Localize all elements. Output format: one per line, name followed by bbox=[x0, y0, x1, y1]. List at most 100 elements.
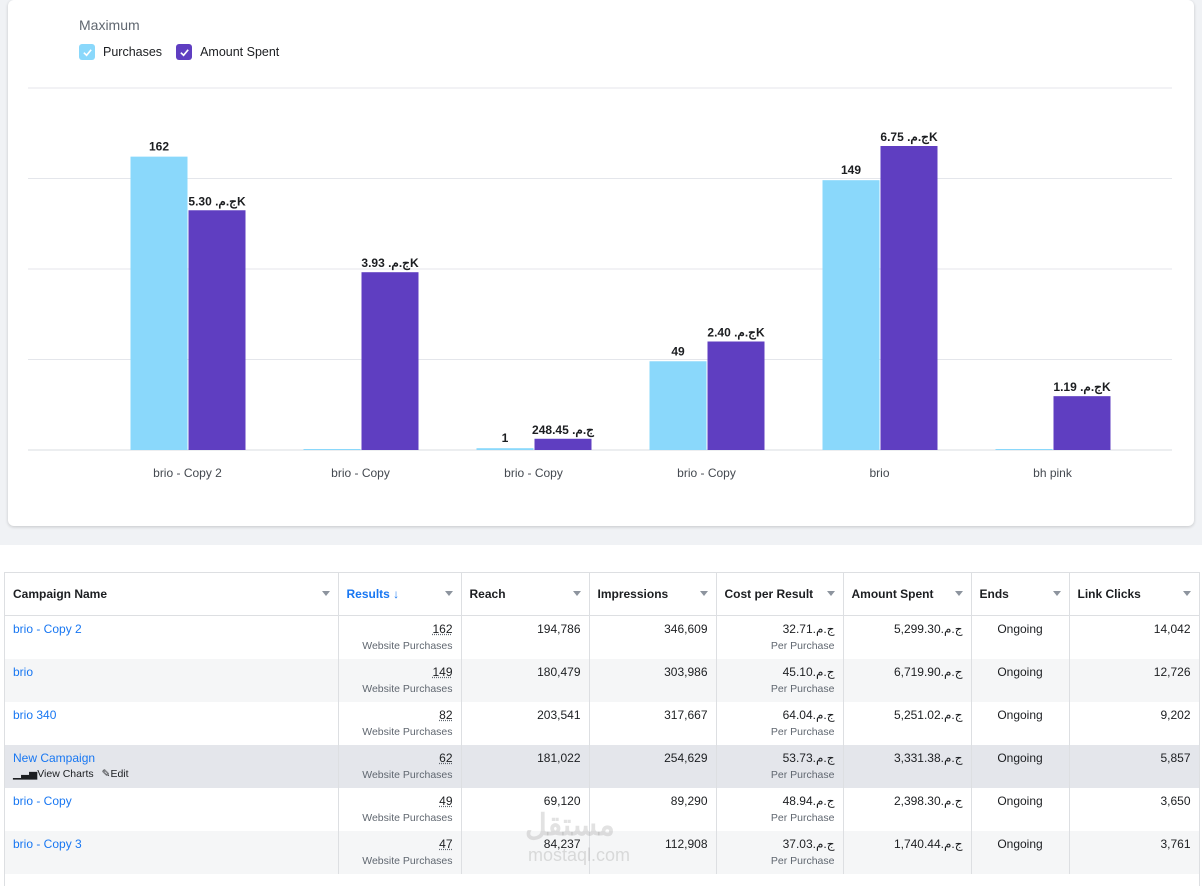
cell-cost-per-result: ج.م.32.71 Per Purchase bbox=[716, 615, 844, 659]
bar-chart: 162 ج.م. 5.30K brio - Copy 2 ج.م. 3.93K brio… bbox=[28, 87, 1172, 480]
cell-campaign-name: brio 340 bbox=[5, 701, 339, 745]
x-tick-label: brio - Copy bbox=[331, 466, 390, 480]
results-value[interactable]: 149 bbox=[347, 665, 452, 679]
x-tick-label: brio bbox=[869, 466, 889, 480]
cell-reach: 181,022 bbox=[461, 744, 590, 788]
cell-cost-per-result: ج.م.53.73 Per Purchase bbox=[716, 744, 844, 788]
campaign-link[interactable]: New Campaign bbox=[13, 751, 330, 765]
cell-impressions: 303,986 bbox=[589, 658, 717, 702]
column-header-amount-spent[interactable]: Amount Spent bbox=[843, 573, 972, 616]
column-header-ends[interactable]: Ends bbox=[971, 573, 1070, 616]
cell-reach: 180,479 bbox=[461, 658, 590, 702]
table-row[interactable]: brio 149 Website Purchases 180,479 303,986 ج.… bbox=[5, 658, 1199, 702]
campaign-link[interactable]: brio bbox=[13, 665, 330, 679]
cell-cost-per-result: ج.م.37.03 Per Purchase bbox=[716, 830, 844, 874]
x-tick-label: brio - Copy 2 bbox=[153, 466, 222, 480]
data-label-amount-spent: ج.م. 3.93K bbox=[361, 256, 419, 271]
watermark-logo: مستقل bbox=[525, 809, 615, 842]
cell-results: 62 Website Purchases bbox=[338, 744, 462, 788]
cost-subtext: Per Purchase bbox=[770, 768, 835, 781]
cell-results: 47 Website Purchases bbox=[338, 830, 462, 874]
cell-link-clicks: 3,761 bbox=[1069, 830, 1199, 874]
results-value[interactable]: 82 bbox=[347, 708, 452, 722]
cost-subtext: Per Purchase bbox=[770, 640, 835, 652]
table-row[interactable]: New Campaign ▁▃▅View Charts ✎Edit 62 Website… bbox=[5, 744, 1199, 788]
cell-cost-per-result: ج.م.45.10 Per Purchase bbox=[716, 658, 844, 702]
cell-results: 82 Website Purchases bbox=[338, 701, 462, 745]
table-header-row: Campaign Name Results ↓ Reach Impression… bbox=[5, 573, 1199, 616]
cost-subtext: Per Purchase bbox=[770, 725, 835, 738]
column-header-results[interactable]: Results ↓ bbox=[338, 573, 462, 616]
x-tick-label: brio - Copy bbox=[677, 466, 736, 480]
bar-amount-spent[interactable] bbox=[707, 341, 765, 450]
chevron-down-icon[interactable] bbox=[444, 591, 453, 596]
table-row[interactable]: brio 340 82 Website Purchases 203,541 317,66… bbox=[5, 701, 1199, 745]
table-row[interactable]: brio - Copy 2 162 Website Purchases 194,786… bbox=[5, 615, 1199, 659]
cell-impressions: 254,629 bbox=[589, 744, 717, 788]
cell-ends: Ongoing bbox=[971, 701, 1070, 745]
column-header-cost-per-result[interactable]: Cost per Result bbox=[716, 573, 844, 616]
cell-campaign-name: brio bbox=[5, 658, 339, 702]
column-header-link-clicks[interactable]: Link Clicks bbox=[1069, 573, 1199, 616]
edit-button[interactable]: ✎Edit bbox=[102, 768, 129, 780]
results-value[interactable]: 49 bbox=[347, 794, 452, 808]
chevron-down-icon[interactable] bbox=[1052, 591, 1061, 596]
bar-purchases[interactable] bbox=[476, 448, 534, 450]
view-charts-button[interactable]: ▁▃▅View Charts bbox=[13, 768, 94, 780]
data-label-amount-spent: ج.م. 2.40K bbox=[707, 326, 765, 341]
bar-amount-spent[interactable] bbox=[361, 272, 419, 450]
bar-purchases[interactable] bbox=[303, 449, 361, 450]
cell-amount-spent: ج.م.5,251.02 bbox=[843, 701, 972, 745]
cell-cost-per-result: ج.م.64.04 Per Purchase bbox=[716, 701, 844, 745]
data-label-purchases: 1 bbox=[502, 431, 509, 445]
data-label-purchases: 162 bbox=[149, 140, 169, 154]
chevron-down-icon[interactable] bbox=[954, 591, 963, 596]
cell-ends: Ongoing bbox=[971, 658, 1070, 702]
cost-value: ج.م.48.94 bbox=[782, 793, 835, 808]
results-value[interactable]: 47 bbox=[347, 837, 452, 851]
cell-link-clicks: 3,650 bbox=[1069, 787, 1199, 831]
results-value[interactable]: 162 bbox=[347, 622, 452, 636]
cell-ends: Ongoing bbox=[971, 787, 1070, 831]
chevron-down-icon[interactable] bbox=[572, 591, 581, 596]
column-header-reach[interactable]: Reach bbox=[461, 573, 590, 616]
chevron-down-icon[interactable] bbox=[699, 591, 708, 596]
cell-link-clicks: 9,202 bbox=[1069, 701, 1199, 745]
data-label-amount-spent: ج.م. 248.45 bbox=[532, 423, 594, 438]
bar-purchases[interactable] bbox=[649, 361, 707, 450]
cell-campaign-name: brio - Copy 2 bbox=[5, 615, 339, 659]
campaign-link[interactable]: brio - Copy bbox=[13, 794, 330, 808]
cell-amount-spent: ج.م.5,299.30 bbox=[843, 615, 972, 659]
cell-ends: Ongoing bbox=[971, 830, 1070, 874]
cost-value: ج.م.45.10 bbox=[782, 664, 835, 679]
data-label-amount-spent: ج.م. 5.30K bbox=[188, 194, 246, 209]
cell-reach: 203,541 bbox=[461, 701, 590, 745]
chevron-down-icon[interactable] bbox=[321, 591, 330, 596]
column-header-campaign-name[interactable]: Campaign Name bbox=[5, 573, 339, 616]
bar-purchases[interactable] bbox=[130, 156, 188, 450]
cell-amount-spent: ج.م.3,331.38 bbox=[843, 744, 972, 788]
column-header-impressions[interactable]: Impressions bbox=[589, 573, 717, 616]
results-value[interactable]: 62 bbox=[347, 751, 452, 765]
campaign-link[interactable]: brio - Copy 3 bbox=[13, 837, 330, 851]
campaign-link[interactable]: brio 340 bbox=[13, 708, 330, 722]
data-label-amount-spent: ج.م. 6.75K bbox=[880, 130, 938, 145]
bar-amount-spent[interactable] bbox=[188, 210, 246, 450]
chevron-down-icon[interactable] bbox=[826, 591, 835, 596]
bar-amount-spent[interactable] bbox=[534, 438, 592, 450]
bar-amount-spent[interactable] bbox=[1053, 396, 1111, 450]
cell-reach: 194,786 bbox=[461, 615, 590, 659]
bar-chart-icon: ▁▃▅ bbox=[13, 767, 38, 780]
bar-amount-spent[interactable] bbox=[880, 146, 938, 450]
campaign-link[interactable]: brio - Copy 2 bbox=[13, 622, 330, 636]
cell-campaign-name: brio - Copy 3 bbox=[5, 830, 339, 874]
cell-amount-spent: ج.م.6,719.90 bbox=[843, 658, 972, 702]
cell-results: 149 Website Purchases bbox=[338, 658, 462, 702]
bar-purchases[interactable] bbox=[995, 449, 1053, 450]
chevron-down-icon[interactable] bbox=[1182, 591, 1191, 596]
cell-campaign-name: New Campaign ▁▃▅View Charts ✎Edit bbox=[5, 744, 339, 788]
bar-purchases[interactable] bbox=[822, 180, 880, 451]
cost-value: ج.م.37.03 bbox=[782, 836, 835, 851]
results-subtext: Website Purchases bbox=[362, 768, 453, 781]
watermark-text: mostaql.com bbox=[528, 845, 631, 865]
